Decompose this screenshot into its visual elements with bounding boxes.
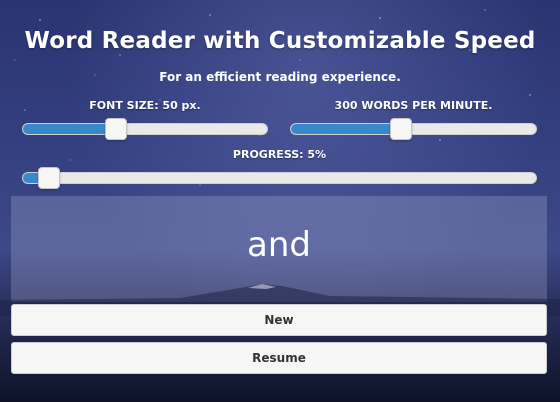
page-subtitle: For an efficient reading experience. <box>159 70 401 84</box>
page-title: Word Reader with Customizable Speed <box>24 28 536 54</box>
progress-slider[interactable] <box>22 167 537 189</box>
word-display-panel: and <box>11 196 547 302</box>
speed-label: 300 WORDS PER MINUTE. <box>334 99 493 112</box>
resume-button[interactable]: Resume <box>11 342 547 374</box>
progress-label: PROGRESS: 5% <box>232 148 327 161</box>
font-size-label: FONT SIZE: 50 px. <box>89 99 201 112</box>
font-size-slider-handle[interactable] <box>104 118 127 140</box>
speed-slider-fill <box>291 124 402 134</box>
speed-slider[interactable] <box>290 118 537 140</box>
speed-slider-handle[interactable] <box>390 118 413 140</box>
progress-slider-handle[interactable] <box>37 167 60 189</box>
font-size-slider[interactable] <box>22 118 268 140</box>
new-button[interactable]: New <box>11 304 547 336</box>
current-word: and <box>247 225 311 265</box>
font-size-slider-fill <box>23 124 116 134</box>
